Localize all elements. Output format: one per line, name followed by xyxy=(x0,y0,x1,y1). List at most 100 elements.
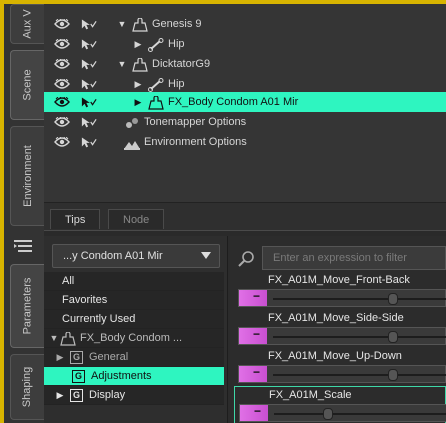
visibility-eye-icon[interactable] xyxy=(54,116,70,128)
bone-icon xyxy=(148,78,164,92)
slider-track[interactable]: − xyxy=(238,365,446,383)
selectable-toggle-icon[interactable] xyxy=(81,58,97,70)
group-icon: G xyxy=(70,388,83,402)
slider-knob[interactable] xyxy=(323,408,333,420)
tab-label: Node xyxy=(123,213,150,226)
tab-environment[interactable]: Environment xyxy=(10,126,44,226)
figure-icon xyxy=(148,95,164,110)
scene-row-label: Hip xyxy=(168,78,185,90)
tab-label: Shaping xyxy=(21,366,34,408)
parameter-name: FX_A01M_Move_Side-Side xyxy=(268,312,404,324)
visibility-eye-icon[interactable] xyxy=(54,78,70,90)
parameter-slider[interactable]: FX_A01M_Move_Up-Down − xyxy=(234,348,446,386)
scene-row[interactable]: Tonemapper Options xyxy=(44,112,446,132)
group-label: All xyxy=(62,275,75,287)
selectable-toggle-icon[interactable] xyxy=(81,116,97,128)
expand-arrow-icon[interactable]: ▶ xyxy=(54,390,66,401)
scene-row-label: DicktatorG9 xyxy=(152,58,211,70)
minus-icon: − xyxy=(254,404,262,418)
expand-arrow-icon[interactable]: ▼ xyxy=(116,19,128,29)
visibility-eye-icon[interactable] xyxy=(54,58,70,70)
scene-row[interactable]: Environment Options xyxy=(44,132,446,152)
slider-track[interactable]: − xyxy=(238,327,446,345)
expand-arrow-icon[interactable]: ▼ xyxy=(48,333,60,343)
landscape-icon xyxy=(124,136,140,150)
selectable-toggle-icon[interactable] xyxy=(81,78,97,90)
scene-row-label: Environment Options xyxy=(144,136,247,148)
figure-icon xyxy=(60,331,76,346)
group-label: General xyxy=(89,351,129,363)
scene-row[interactable]: ▼ DicktatorG9 xyxy=(44,54,446,74)
group-label: Currently Used xyxy=(62,313,136,325)
node-dropdown-value: ...y Condom A01 Mir xyxy=(63,250,163,262)
parameter-group-item[interactable]: Favorites xyxy=(44,291,224,310)
search-icon[interactable] xyxy=(238,250,256,268)
visibility-eye-icon[interactable] xyxy=(54,18,70,30)
slider-track[interactable]: − xyxy=(239,404,446,422)
tab-parameters[interactable]: Parameters xyxy=(10,264,44,348)
group-label: Adjustments xyxy=(91,370,152,382)
parameter-group-item[interactable]: Currently Used xyxy=(44,310,224,329)
slider-line xyxy=(273,298,446,300)
selectable-toggle-icon[interactable] xyxy=(81,136,97,148)
parameter-slider[interactable]: FX_A01M_Scale − xyxy=(234,386,446,423)
left-tab-strip-top: Aux V Scene Environment xyxy=(4,4,44,230)
selectable-toggle-icon[interactable] xyxy=(81,38,97,50)
search-placeholder: Enter an expression to filter xyxy=(273,252,407,264)
slider-knob[interactable] xyxy=(388,331,398,343)
expand-arrow-icon[interactable]: ▶ xyxy=(132,79,144,90)
selectable-toggle-icon[interactable] xyxy=(81,96,97,108)
slider-line xyxy=(274,413,446,415)
expand-arrow-icon[interactable]: ▼ xyxy=(116,59,128,69)
visibility-eye-icon[interactable] xyxy=(54,38,70,50)
parameter-group-item[interactable]: G Adjustments xyxy=(44,367,224,386)
slider-knob[interactable] xyxy=(388,293,398,305)
tab-scene[interactable]: Scene xyxy=(10,50,44,120)
parameter-name: FX_A01M_Move_Front-Back xyxy=(268,274,410,286)
parameter-group-item[interactable]: ▶ G General xyxy=(44,348,224,367)
minus-icon: − xyxy=(253,289,261,303)
parameter-name: FX_A01M_Scale xyxy=(269,389,352,401)
chevron-down-icon xyxy=(201,252,211,259)
parameter-slider[interactable]: FX_A01M_Move_Side-Side − xyxy=(234,310,446,348)
bone-icon xyxy=(148,38,164,52)
scene-row-label: Tonemapper Options xyxy=(144,116,247,128)
selectable-toggle-icon[interactable] xyxy=(81,18,97,30)
tab-aux-viewport[interactable]: Aux V xyxy=(10,4,44,44)
slider-track[interactable]: − xyxy=(238,289,446,307)
app-frame: Aux V Scene Environment ▼ Genesis 9 ▶ Hip ▼ D… xyxy=(4,4,446,423)
parameter-sliders-panel: Enter an expression to filter FX_A01M_Mo… xyxy=(230,236,446,423)
parameter-group-item[interactable]: ▶ G Display xyxy=(44,386,224,405)
parameter-name: FX_A01M_Move_Up-Down xyxy=(268,350,402,362)
tab-node[interactable]: Node xyxy=(108,209,165,229)
visibility-eye-icon[interactable] xyxy=(54,136,70,148)
group-icon: G xyxy=(70,350,83,364)
slider-line xyxy=(273,374,446,376)
scene-row-label: Hip xyxy=(168,38,185,50)
scene-bottom-tabs: Tips Node xyxy=(44,202,446,230)
scene-row[interactable]: ▶ Hip xyxy=(44,34,446,54)
scene-row[interactable]: ▼ Genesis 9 xyxy=(44,14,446,34)
tab-tips[interactable]: Tips xyxy=(50,209,101,229)
visibility-eye-icon[interactable] xyxy=(54,96,70,108)
node-dropdown[interactable]: ...y Condom A01 Mir xyxy=(52,244,220,268)
expand-arrow-icon[interactable]: ▶ xyxy=(132,39,144,50)
group-label: Favorites xyxy=(62,294,108,306)
parameter-group-item[interactable]: All xyxy=(44,272,224,291)
tab-label: Parameters xyxy=(21,277,34,335)
tab-shaping[interactable]: Shaping xyxy=(10,354,44,420)
filter-search-input[interactable]: Enter an expression to filter xyxy=(262,246,446,270)
expand-arrow-icon[interactable]: ▶ xyxy=(132,97,144,108)
left-tab-strip-bottom: Parameters Shaping xyxy=(4,230,44,423)
parameter-slider[interactable]: FX_A01M_Move_Front-Back − xyxy=(234,272,446,310)
minus-icon: − xyxy=(253,365,261,379)
parameter-group-item[interactable]: ▼ FX_Body Condom ... xyxy=(44,329,224,348)
tab-label: Aux V xyxy=(21,9,34,39)
slider-knob[interactable] xyxy=(388,369,398,381)
scene-row[interactable]: ▶ FX_Body Condom A01 Mir xyxy=(44,92,446,112)
expand-arrow-icon[interactable]: ▶ xyxy=(54,352,66,363)
scene-row[interactable]: ▶ Hip xyxy=(44,74,446,94)
panel-menu-icon[interactable] xyxy=(14,240,34,254)
figure-icon xyxy=(132,57,148,72)
parameter-group-list: ...y Condom A01 Mir All Favorites Currentl… xyxy=(44,236,228,423)
